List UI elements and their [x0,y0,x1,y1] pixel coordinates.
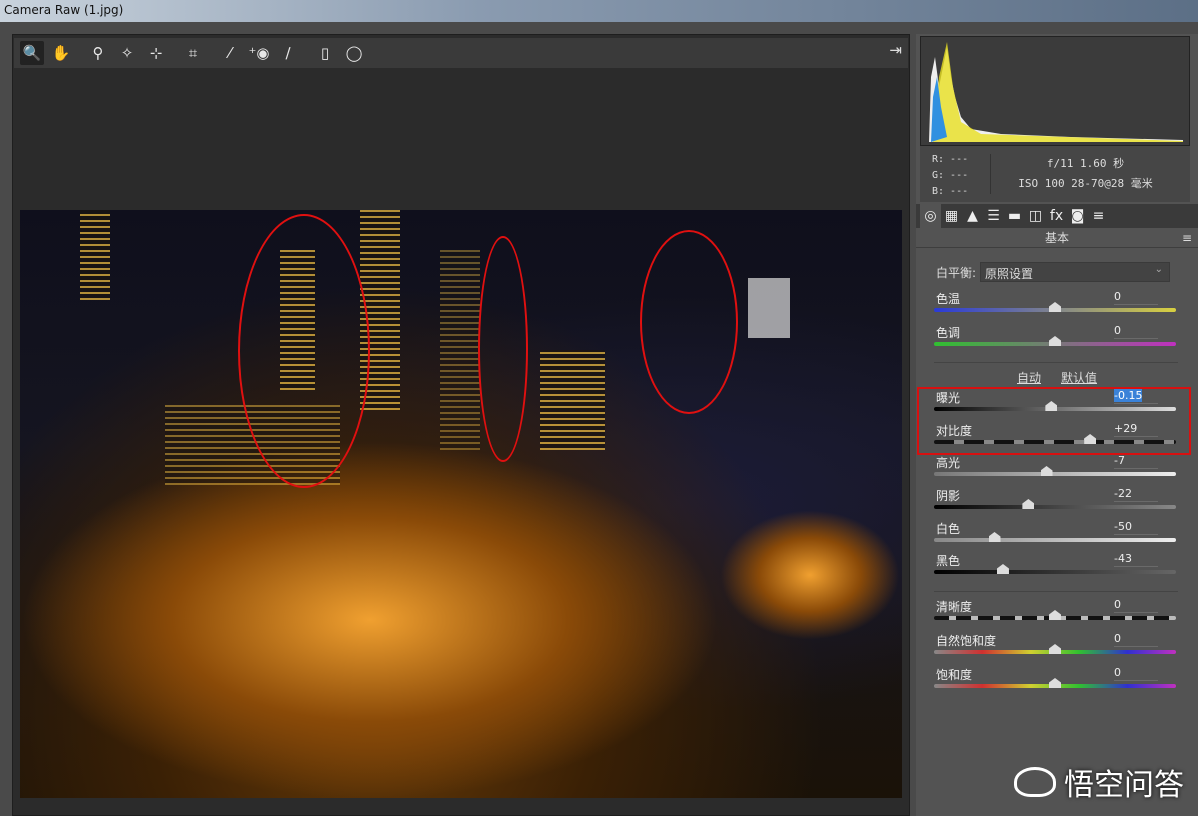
slider-value-input[interactable]: -22 [1114,487,1158,502]
slider-value-input[interactable]: -7 [1114,454,1158,469]
panel-menu-icon[interactable]: ≡ [1182,228,1192,248]
white-balance-value: 原照设置 [985,267,1033,281]
tab-basic-icon[interactable]: ◎ [920,204,941,228]
tower [80,210,110,300]
tab-camera-calibration-icon[interactable]: ◙ [1067,208,1088,224]
graduated-filter-tool[interactable]: ▯ [313,41,337,65]
histogram-graph [921,37,1189,145]
annotation-ellipse [478,236,528,462]
g-readout: G: --- [932,168,968,184]
slider-value: -43 [1114,552,1132,565]
slider-value: -7 [1114,454,1125,467]
slider-label: 清晰度 [936,598,972,615]
watermark-logo-icon [1014,767,1056,797]
b-readout: B: --- [932,184,968,200]
watermark: 悟空问答 [1014,760,1184,804]
slider-value-input[interactable]: 0 [1114,324,1158,339]
auto-button[interactable]: 自动 [1017,371,1041,385]
info-panel: R: ---G: ---B: --- f/11 1.60 秒ISO 100 28… [920,146,1190,202]
radial-filter-tool[interactable]: ◯ [342,41,366,65]
targeted-adjustment-tool[interactable]: ⊹ [144,41,168,65]
tab-hsl-icon[interactable]: ☰ [983,208,1004,224]
chevron-down-icon: ⌄ [1155,264,1163,275]
slider-tint: 色调 0 [934,324,1178,358]
photo-preview[interactable] [20,210,902,798]
toolbar: 🔍✋ ⚲✧⊹ ⌗ ⁄⁺◉∕ ▯◯ ⇥ [14,38,908,68]
slider-value-input[interactable]: 0 [1114,290,1158,305]
red-eye-tool[interactable]: ⁺◉ [247,41,271,65]
slider-value: -22 [1114,487,1132,500]
white-balance-tool[interactable]: ⚲ [86,41,110,65]
slider-shadows: 阴影 -22 [934,487,1178,521]
lens-info: ISO 100 28-70@28 毫米 [991,174,1180,194]
lit-buildings-right [720,510,900,640]
spot-removal-tool[interactable]: ⁄ [218,41,242,65]
slider-track[interactable] [934,538,1176,542]
slider-label: 色温 [936,290,960,307]
annotation-ellipse [238,214,370,488]
tower-lit [748,278,790,338]
tab-presets-icon[interactable]: ≡ [1088,208,1109,224]
slider-value: 0 [1114,632,1121,645]
annotation-box [917,387,1191,455]
slider-saturation: 饱和度 0 [934,666,1178,700]
slider-value-input[interactable]: 0 [1114,598,1158,613]
slider-label: 色调 [936,324,960,341]
panel-tabs: ◎▦▲☰▬◫fx◙≡ [916,204,1198,228]
slider-value: 0 [1114,598,1121,611]
slider-label: 白色 [936,520,960,537]
zoom-tool[interactable]: 🔍 [20,41,44,65]
histogram [920,36,1190,146]
slider-track[interactable] [934,505,1176,509]
slider-vibrance: 自然饱和度 0 [934,632,1178,666]
panel-header: 基本 ≡ [916,228,1198,248]
tab-lens-corrections-icon[interactable]: ◫ [1025,208,1046,224]
watermark-text: 悟空问答 [1064,760,1184,804]
slider-label: 饱和度 [936,666,972,683]
slider-clarity: 清晰度 0 [934,598,1178,632]
divider [934,591,1178,592]
slider-label: 黑色 [936,552,960,569]
tab-detail-icon[interactable]: ▲ [962,208,983,224]
slider-value: 0 [1114,666,1121,679]
slider-value: 0 [1114,290,1121,303]
r-readout: R: --- [932,152,968,168]
divider [934,362,1178,363]
open-preferences-icon[interactable]: ⇥ [889,41,902,59]
slider-track[interactable] [934,570,1176,574]
tab-tone-curve-icon[interactable]: ▦ [941,208,962,224]
slider-highlights: 高光 -7 [934,454,1178,488]
tab-split-toning-icon[interactable]: ▬ [1004,208,1025,224]
slider-label: 阴影 [936,487,960,504]
white-balance-select[interactable]: 原照设置 ⌄ [980,262,1170,282]
slider-value: 0 [1114,324,1121,337]
transform-tool[interactable]: ⌗ [181,41,205,65]
color-sampler-tool[interactable]: ✧ [115,41,139,65]
white-balance-label: 白平衡: [936,264,976,281]
exposure-info: f/11 1.60 秒 [991,154,1180,174]
window-title: Camera Raw (1.jpg) [0,0,1198,22]
adjustment-brush-tool[interactable]: ∕ [276,41,300,65]
slider-value-input[interactable]: 0 [1114,666,1158,681]
slider-whites: 白色 -50 [934,520,1178,554]
slider-value-input[interactable]: 0 [1114,632,1158,647]
lit-buildings [20,440,720,798]
hand-tool[interactable]: ✋ [49,41,73,65]
tab-effects-icon[interactable]: fx [1046,208,1067,224]
slider-label: 高光 [936,454,960,471]
slider-label: 自然饱和度 [936,632,996,649]
tower [440,250,480,450]
slider-value-input[interactable]: -50 [1114,520,1158,535]
histogram-yellow [933,42,1183,142]
panel-title: 基本 [1045,231,1069,245]
slider-value-input[interactable]: -43 [1114,552,1158,567]
annotation-ellipse [640,230,738,414]
slider-blacks: 黑色 -43 [934,552,1178,586]
default-button[interactable]: 默认值 [1061,371,1097,385]
tower [540,350,605,450]
slider-track[interactable] [934,472,1176,476]
slider-value: -50 [1114,520,1132,533]
slider-temp: 色温 0 [934,290,1178,324]
